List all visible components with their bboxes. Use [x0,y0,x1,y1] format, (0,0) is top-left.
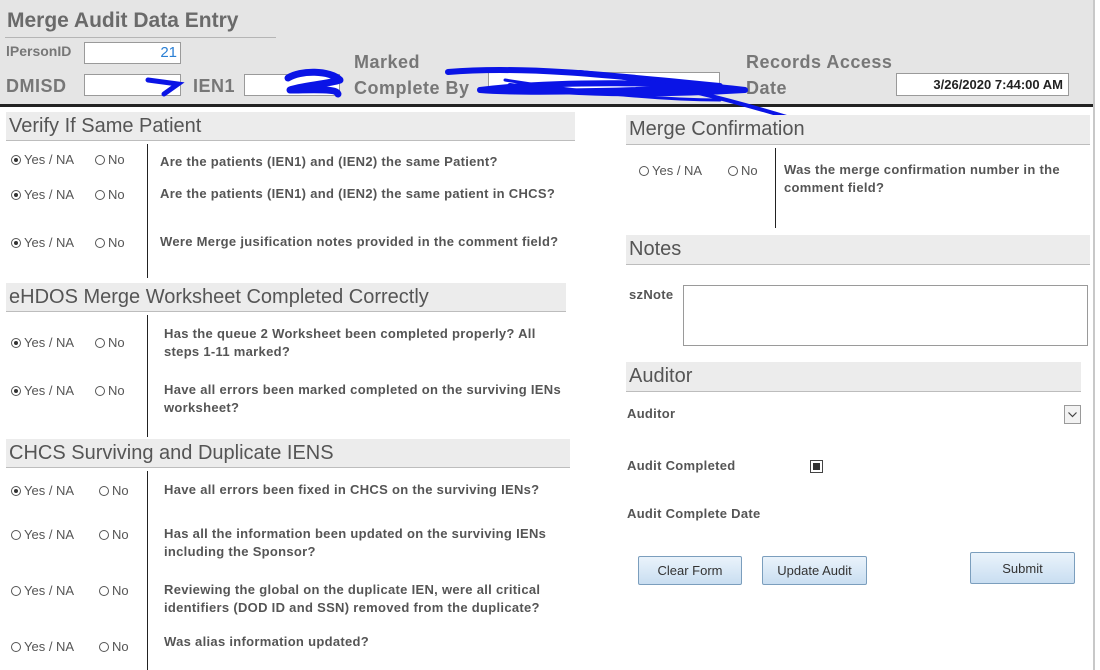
section-notes-header: Notes [626,235,1090,265]
merge-confirmation-yes-radio[interactable]: Yes / NA [639,163,702,178]
worksheet-q2-text: Have all errors been marked completed on… [164,382,561,415]
chcs-q1-text: Have all errors been fixed in CHCS on th… [164,482,540,497]
merge-confirmation-divider [775,148,776,228]
worksheet-divider [147,315,148,437]
verify-q1-yes-radio[interactable]: Yes / NA [11,152,74,167]
audit-complete-date-label: Audit Complete Date [627,506,761,521]
chcs-q1-no-radio[interactable]: No [99,483,129,498]
records-access-date-field[interactable]: 3/26/2020 7:44:00 AM [896,73,1069,96]
ien1-label: IEN1 [193,76,236,96]
audit-completed-checkbox[interactable] [810,460,823,473]
verify-q1-text: Are the patients (IEN1) and (IEN2) the s… [160,154,498,169]
chcs-q2-no-radio[interactable]: No [99,527,129,542]
form-title: Merge Audit Data Entry [7,9,239,32]
right-border [1093,0,1095,670]
update-audit-button[interactable]: Update Audit [762,556,867,585]
title-underline [5,37,276,38]
chcs-q4-text: Was alias information updated? [164,634,369,649]
chcs-q2-yes-radio[interactable]: Yes / NA [11,527,74,542]
chcs-q3-no-radio[interactable]: No [99,583,129,598]
chcs-q1-yes-radio[interactable]: Yes / NA [11,483,74,498]
verify-q3-no-radio[interactable]: No [95,235,125,250]
section-verify-same-patient-header: Verify If Same Patient [6,112,575,141]
notes-textarea[interactable] [683,285,1088,346]
worksheet-q2-yes-radio[interactable]: Yes / NA [11,383,74,398]
section-auditor-header: Auditor [626,362,1081,392]
auditor-label: Auditor [627,406,676,421]
checkbox-fill-icon [813,463,820,470]
chcs-q2-text: Has all the information been updated on … [164,526,547,559]
section-chcs-header: CHCS Surviving and Duplicate IENS [6,439,570,468]
notes-label: szNote [629,287,674,302]
section-worksheet-header: eHDOS Merge Worksheet Completed Correctl… [6,283,566,312]
section-merge-confirmation-header: Merge Confirmation [626,115,1090,145]
verify-q2-text: Are the patients (IEN1) and (IEN2) the s… [160,186,556,201]
worksheet-q1-text: Has the queue 2 Worksheet been completed… [164,326,536,359]
chcs-divider [147,471,148,670]
chcs-q4-no-radio[interactable]: No [99,639,129,654]
merge-confirmation-no-radio[interactable]: No [728,163,758,178]
person-id-field[interactable]: 21 [84,42,181,64]
submit-button[interactable]: Submit [970,552,1075,584]
verify-q2-no-radio[interactable]: No [95,187,125,202]
merge-confirmation-question: Was the merge confirmation number in the… [784,162,1060,195]
worksheet-q1-yes-radio[interactable]: Yes / NA [11,335,74,350]
chcs-q3-yes-radio[interactable]: Yes / NA [11,583,74,598]
verify-divider [147,144,148,278]
clear-form-button[interactable]: Clear Form [638,556,742,585]
chcs-q3-text: Reviewing the global on the duplicate IE… [164,582,541,615]
worksheet-q1-no-radio[interactable]: No [95,335,125,350]
audit-completed-label: Audit Completed [627,458,736,473]
person-id-label: lPersonID [6,43,72,59]
verify-q3-text: Were Merge jusification notes provided i… [160,234,559,249]
dmisd-label: DMISD [6,76,67,96]
worksheet-q2-no-radio[interactable]: No [95,383,125,398]
verify-q1-no-radio[interactable]: No [95,152,125,167]
auditor-dropdown-button[interactable] [1064,405,1081,424]
chevron-down-icon [1068,411,1077,417]
redaction-mark-small [145,77,185,97]
chcs-q4-yes-radio[interactable]: Yes / NA [11,639,74,654]
verify-q2-yes-radio[interactable]: Yes / NA [11,187,74,202]
verify-q3-yes-radio[interactable]: Yes / NA [11,235,74,250]
